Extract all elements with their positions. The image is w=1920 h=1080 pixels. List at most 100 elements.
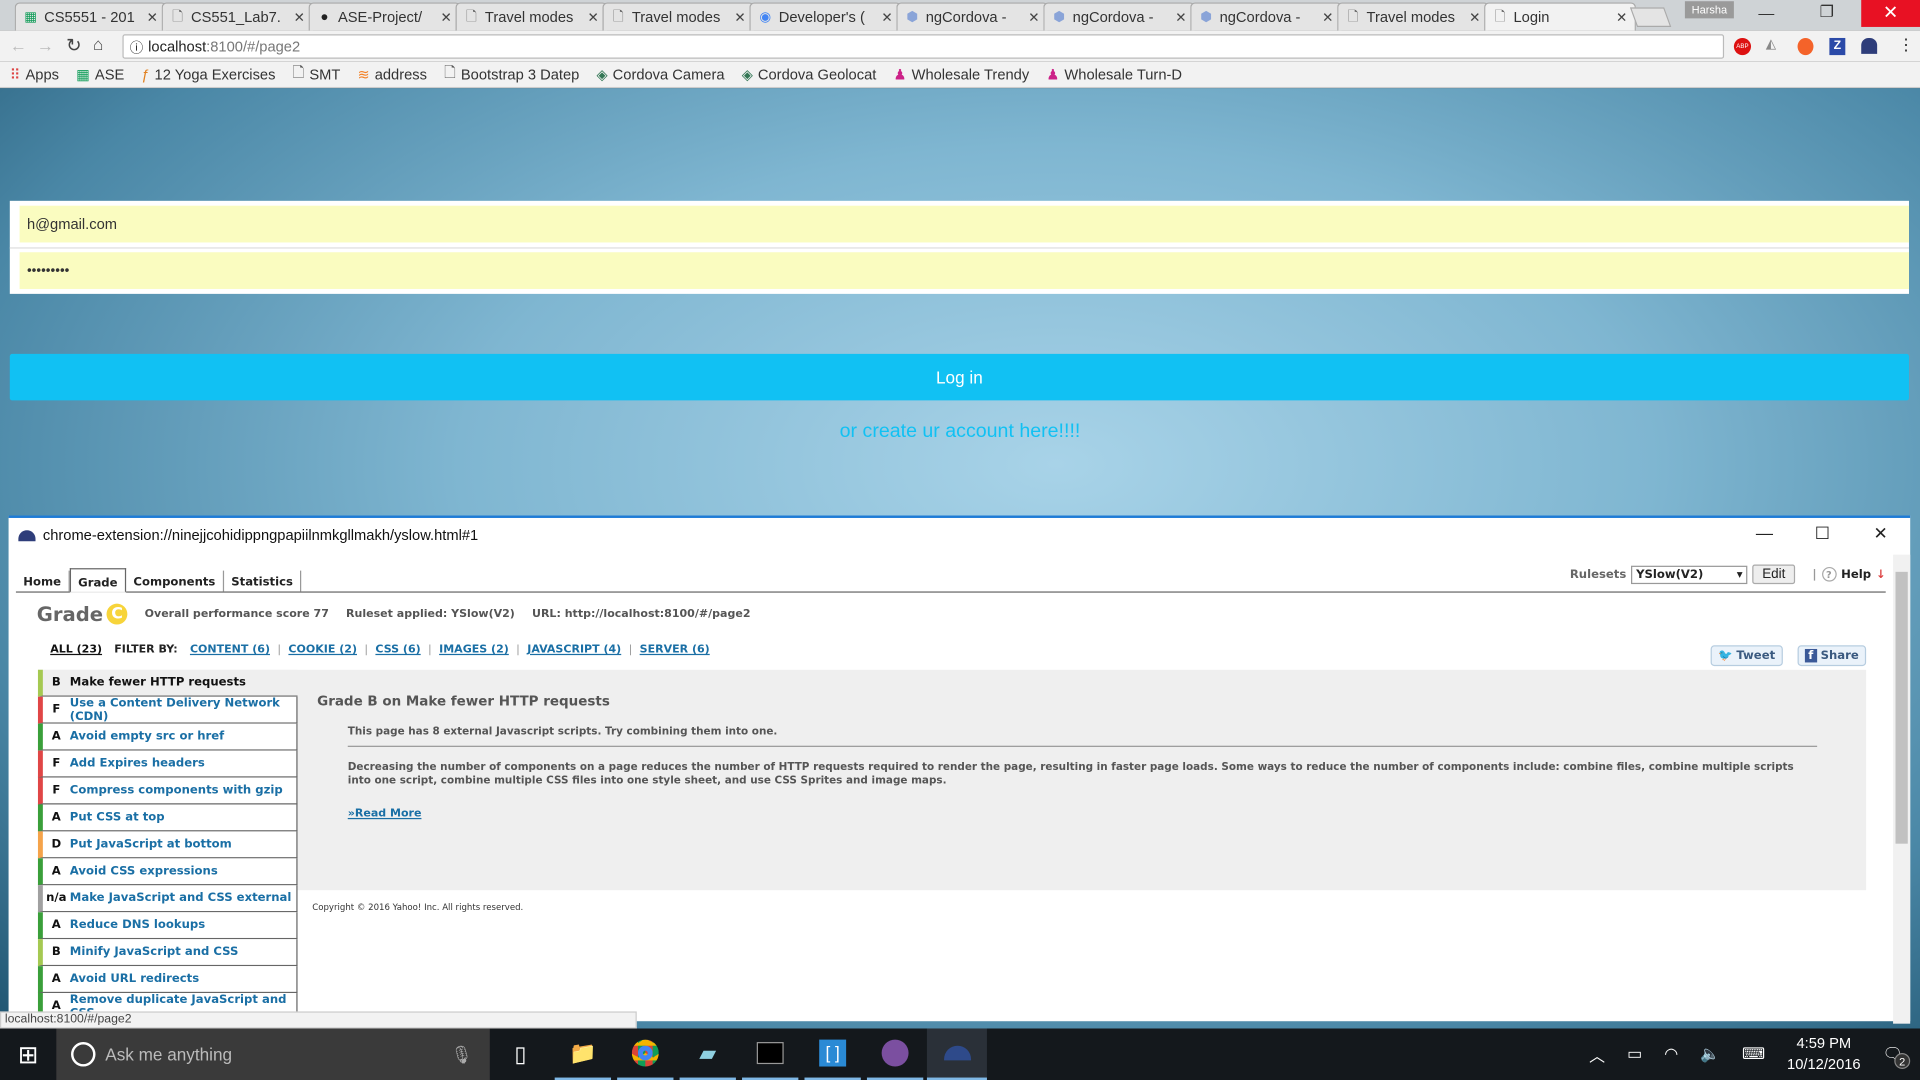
browser-tab[interactable]: ◉ Developer's (✕: [749, 2, 902, 31]
bookmark-item[interactable]: ⠿ Apps: [10, 66, 59, 83]
filter-link[interactable]: CSS (6): [375, 644, 420, 656]
tab-components[interactable]: Components: [126, 570, 224, 592]
close-tab-icon[interactable]: ✕: [881, 9, 892, 25]
browser-tab[interactable]: 🗋 CS551_Lab7. ✕: [161, 2, 314, 31]
rule-row[interactable]: A Avoid URL redirects: [37, 966, 298, 994]
browser-tab[interactable]: ▦ CS5551 - 201 ✕: [14, 2, 167, 31]
bookmark-item[interactable]: 🗋 SMT: [293, 61, 341, 87]
bookmark-item[interactable]: ♟ Wholesale Turn-D: [1046, 66, 1182, 83]
bookmark-item[interactable]: ♟ Wholesale Trendy: [893, 66, 1029, 83]
ruleset-select[interactable]: YSlow(V2) ▾: [1631, 565, 1748, 584]
clock[interactable]: 4:59 PM 10/12/2016: [1787, 1033, 1861, 1075]
yslow-maximize-button[interactable]: ☐: [1815, 523, 1830, 544]
bookmark-item[interactable]: ◈ Cordova Camera: [596, 66, 724, 83]
rule-row[interactable]: A Avoid empty src or href: [37, 723, 298, 751]
volume-icon[interactable]: 🔈: [1700, 1044, 1720, 1064]
file-explorer-icon[interactable]: 📁: [554, 1029, 612, 1080]
rule-row[interactable]: F Add Expires headers: [37, 750, 298, 778]
rule-row[interactable]: n/a Make JavaScript and CSS external: [37, 885, 298, 913]
rule-row[interactable]: F Compress components with gzip: [37, 777, 298, 805]
tab-grade[interactable]: Grade: [69, 568, 127, 593]
rule-row[interactable]: D Put JavaScript at bottom: [37, 831, 298, 859]
browser-tab[interactable]: ⬢ ngCordova - ✕: [1190, 2, 1343, 31]
filter-link[interactable]: CONTENT (6): [190, 644, 270, 656]
tweet-button[interactable]: 🐦 Tweet: [1710, 645, 1783, 667]
create-account-link-text[interactable]: or create ur account here!!!!: [840, 421, 1081, 442]
close-tab-icon[interactable]: ✕: [1175, 9, 1186, 25]
tab-statistics[interactable]: Statistics: [224, 570, 302, 592]
rule-row[interactable]: A Reduce DNS lookups: [37, 912, 298, 940]
share-button[interactable]: f Share: [1797, 645, 1867, 667]
profile-badge[interactable]: Harsha: [1684, 1, 1734, 19]
browser-tab[interactable]: 🗋 Travel modes ✕: [602, 2, 755, 31]
menu-icon[interactable]: ⋮: [1898, 36, 1914, 56]
close-tab-icon[interactable]: ✕: [587, 9, 598, 25]
rule-row[interactable]: F Use a Content Delivery Network (CDN): [37, 696, 298, 724]
close-tab-icon[interactable]: ✕: [1616, 9, 1627, 25]
task-view-icon[interactable]: ▯: [492, 1029, 548, 1080]
close-tab-icon[interactable]: ✕: [1469, 9, 1480, 25]
close-tab-icon[interactable]: ✕: [441, 9, 452, 25]
filter-link[interactable]: COOKIE (2): [288, 644, 357, 656]
ublock-icon[interactable]: [1797, 37, 1814, 56]
scrollbar[interactable]: [1893, 554, 1911, 1024]
windows-start-icon[interactable]: ⊞: [0, 1029, 56, 1080]
browser-tab[interactable]: 🗋 Login ✕: [1484, 2, 1636, 31]
scrollbar-thumb[interactable]: [1895, 571, 1908, 844]
help-link[interactable]: Help: [1841, 568, 1871, 581]
rule-row[interactable]: A Avoid CSS expressions: [37, 858, 298, 886]
minimize-button[interactable]: —: [1758, 4, 1774, 22]
yslow-close-button[interactable]: ✕: [1873, 523, 1887, 544]
close-window-button[interactable]: ✕: [1861, 0, 1920, 27]
close-tab-icon[interactable]: ✕: [1028, 9, 1039, 25]
forward-icon[interactable]: →: [37, 36, 54, 56]
github-desktop-icon[interactable]: [866, 1029, 924, 1080]
bookmark-item[interactable]: ▦ ASE: [76, 66, 124, 83]
restore-button[interactable]: ❐: [1820, 2, 1834, 22]
adblock-icon[interactable]: ABP: [1733, 37, 1752, 56]
chevron-up-icon[interactable]: ︿: [1589, 1043, 1605, 1066]
bookmark-item[interactable]: ƒ 12 Yoga Exercises: [141, 66, 275, 83]
close-tab-icon[interactable]: ✕: [147, 9, 158, 25]
yslow-minimize-button[interactable]: —: [1756, 523, 1773, 543]
cortana-search[interactable]: Ask me anything 🎙: [56, 1028, 490, 1080]
terminal-icon[interactable]: [742, 1029, 799, 1080]
rule-row[interactable]: B Make fewer HTTP requests: [37, 669, 298, 697]
filter-link[interactable]: JAVASCRIPT (4): [527, 644, 621, 656]
microphone-icon[interactable]: 🎙: [451, 1044, 473, 1065]
yslow-taskbar-icon[interactable]: [926, 1028, 987, 1080]
rule-row[interactable]: A Put CSS at top: [37, 804, 298, 832]
notepad-icon[interactable]: ▰: [679, 1029, 736, 1080]
filter-all[interactable]: ALL (23): [50, 644, 102, 656]
browser-tab[interactable]: 🗋 Travel modes ✕: [455, 2, 608, 31]
bookmark-item[interactable]: ◈ Cordova Geolocat: [742, 66, 877, 83]
reload-icon[interactable]: ↻: [66, 34, 81, 57]
bookmark-item[interactable]: ≋ address: [357, 66, 427, 83]
yslow-icon[interactable]: [1861, 37, 1878, 54]
browser-tab[interactable]: 🗋 Travel modes ✕: [1337, 2, 1489, 31]
back-icon[interactable]: ←: [10, 36, 27, 56]
edit-button[interactable]: Edit: [1752, 564, 1796, 585]
bookmark-item[interactable]: 🗋 Bootstrap 3 Datep: [444, 61, 579, 87]
help-icon[interactable]: ?: [1821, 566, 1837, 582]
keyboard-icon[interactable]: ⌨: [1742, 1044, 1765, 1064]
filter-link[interactable]: SERVER (6): [640, 644, 710, 656]
brackets-icon[interactable]: [ ]: [804, 1029, 861, 1080]
address-bar[interactable]: ⓘ localhost:8100/#/page2: [122, 34, 1725, 59]
battery-icon[interactable]: ▭: [1627, 1044, 1642, 1064]
email-field[interactable]: h@gmail.com: [19, 205, 1909, 243]
wifi-icon[interactable]: ◠: [1664, 1044, 1678, 1064]
home-icon[interactable]: ⌂: [93, 34, 103, 54]
new-tab-button[interactable]: [1629, 7, 1672, 27]
read-more-link[interactable]: »Read More: [348, 808, 1817, 820]
action-center-icon[interactable]: 🗨 2: [1883, 1044, 1911, 1069]
extension-icon[interactable]: ◭: [1766, 36, 1776, 52]
browser-tab[interactable]: ⬢ ngCordova - ✕: [896, 2, 1049, 31]
browser-tab[interactable]: ⬢ ngCordova - ✕: [1043, 2, 1196, 31]
close-tab-icon[interactable]: ✕: [1322, 9, 1333, 25]
chrome-icon[interactable]: [617, 1029, 674, 1080]
rule-row[interactable]: B Minify JavaScript and CSS: [37, 939, 298, 967]
browser-tab[interactable]: ● ASE-Project/ ✕: [308, 2, 461, 31]
tab-home[interactable]: Home: [16, 570, 70, 592]
zotero-icon[interactable]: Z: [1829, 37, 1846, 56]
